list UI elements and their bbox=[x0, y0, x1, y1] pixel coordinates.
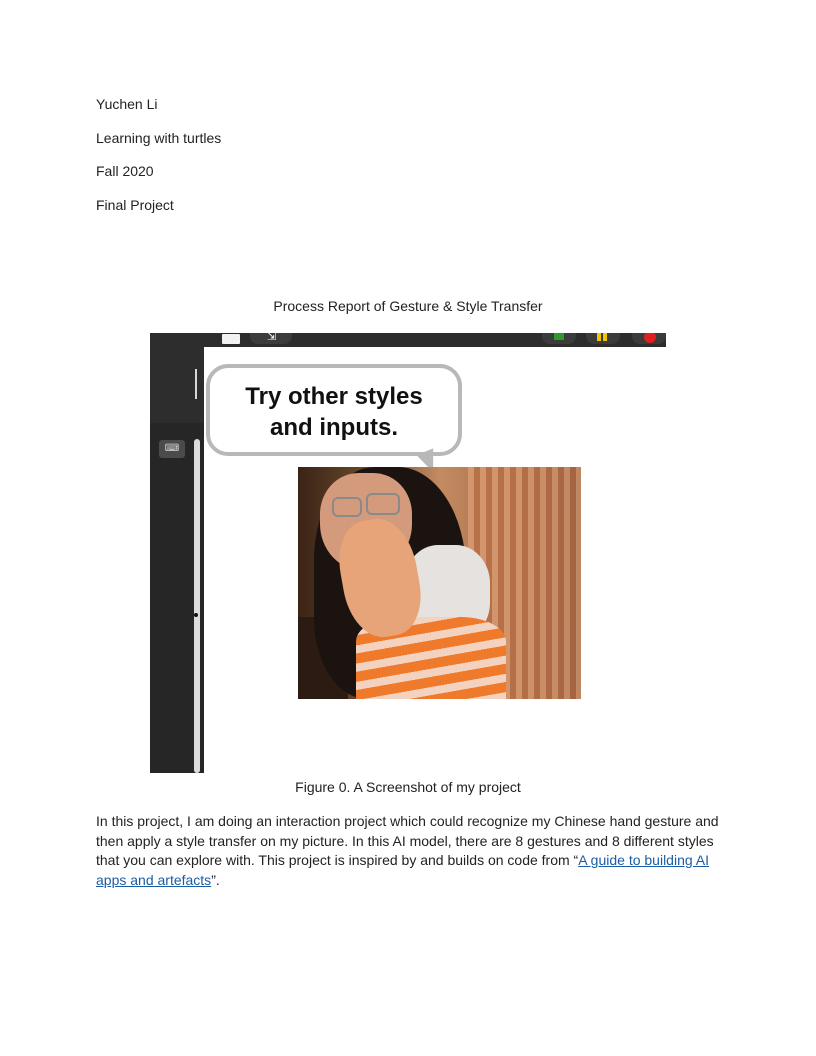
body-tail: ”. bbox=[211, 871, 220, 888]
green-flag-icon bbox=[554, 333, 564, 340]
glasses-right-lens bbox=[366, 493, 400, 515]
assignment-name: Final Project bbox=[96, 197, 174, 213]
side-panel: ⌨ bbox=[150, 347, 204, 773]
small-stage-button[interactable] bbox=[222, 334, 240, 344]
style-transfer-photo bbox=[298, 467, 581, 699]
keyboard-icon[interactable]: ⌨ bbox=[159, 440, 185, 458]
divider bbox=[195, 369, 197, 399]
pause-icon bbox=[597, 333, 607, 341]
term: Fall 2020 bbox=[96, 163, 154, 179]
glasses-left-lens bbox=[332, 497, 362, 517]
body-paragraph: In this project, I am doing an interacti… bbox=[96, 812, 724, 890]
bubble-line-1: Try other styles bbox=[245, 383, 423, 410]
bubble-line-2: and inputs. bbox=[270, 414, 398, 441]
project-screenshot: ⇲ ⌨ Try other styles and inputs. bbox=[150, 333, 666, 773]
stage-toolbar: ⇲ bbox=[150, 333, 666, 347]
course-name: Learning with turtles bbox=[96, 130, 222, 146]
speech-bubble: Try other styles and inputs. bbox=[206, 364, 462, 456]
report-title: Process Report of Gesture & Style Transf… bbox=[273, 298, 543, 314]
figure-caption: Figure 0. A Screenshot of my project bbox=[295, 779, 521, 795]
author-name: Yuchen Li bbox=[96, 96, 158, 112]
fullscreen-arrow-icon: ⇲ bbox=[267, 333, 277, 343]
scroll-handle[interactable] bbox=[194, 613, 198, 617]
vertical-scrollbar[interactable] bbox=[194, 439, 200, 773]
